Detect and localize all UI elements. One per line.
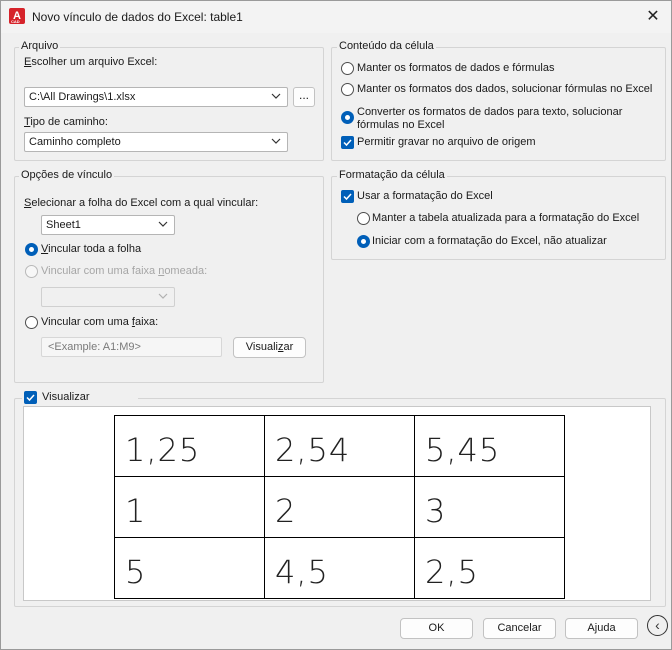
radio-convert-to-text-label-2: fórmulas no Excel <box>357 119 445 131</box>
radio-keep-formats-solve[interactable] <box>341 83 354 96</box>
group-conteudo-title: Conteúdo da célula <box>337 40 436 52</box>
group-opcoes-title: Opções de vínculo <box>19 169 115 181</box>
checkbox-preview[interactable] <box>24 391 37 404</box>
table-cell: 2 <box>264 476 415 538</box>
table-cell: 3 <box>414 476 565 538</box>
preview-label: Visualizar <box>42 391 90 403</box>
checkmark-icon <box>26 394 35 402</box>
allow-write-back-label: Permitir gravar no arquivo de origem <box>357 136 536 148</box>
named-range-combo[interactable] <box>41 287 175 307</box>
path-label-text: ipo de caminho: <box>30 116 108 128</box>
table-cell: 1,25 <box>114 415 265 477</box>
help-button[interactable]: Ajuda <box>565 618 638 639</box>
table-row: 1,25 2,54 5,45 <box>114 415 565 477</box>
radio-start-with-excel-format-label: Iniciar com a formatação do Excel, não a… <box>372 235 607 247</box>
close-icon[interactable]: ✕ <box>641 5 665 29</box>
chevron-down-icon <box>158 216 170 234</box>
ok-button[interactable]: OK <box>400 618 473 639</box>
table-row: 5 4,5 2,5 <box>114 537 565 599</box>
file-label-text: scolher um arquivo Excel: <box>31 56 158 68</box>
radio-link-entire-sheet[interactable] <box>25 243 38 256</box>
dialog-window: A CAD Novo vínculo de dados do Excel: ta… <box>0 0 672 650</box>
radio-link-entire-sheet-label: Vincular toda a folha <box>41 243 141 255</box>
radio-convert-to-text[interactable] <box>341 111 354 124</box>
radio-keep-updated-label: Manter a tabela atualizada para a format… <box>372 212 640 224</box>
title-bar: A CAD Novo vínculo de dados do Excel: ta… <box>1 1 671 33</box>
app-icon-sub: CAD <box>11 19 20 24</box>
path-type-value: Caminho completo <box>29 136 121 148</box>
table-cell: 1 <box>114 476 265 538</box>
checkbox-allow-write-back[interactable] <box>341 136 354 149</box>
collapse-back-icon[interactable]: ‹ <box>647 615 668 636</box>
table-cell: 5 <box>114 537 265 599</box>
link-entire-text: incular toda a folha <box>48 243 142 255</box>
link-named-post: omeada: <box>164 265 208 277</box>
autocad-app-icon: A CAD <box>9 8 25 24</box>
chevron-down-icon <box>271 133 283 151</box>
link-range-pre: Vincular com uma <box>41 316 132 328</box>
radio-convert-to-text-label-1: Converter os formatos de dados para text… <box>357 106 623 118</box>
link-named-pre: Vincular com uma faixa <box>41 265 159 277</box>
group-arquivo-title: Arquivo <box>19 40 61 52</box>
chevron-down-icon <box>271 88 283 106</box>
radio-keep-formats-solve-label: Manter os formatos dos dados, solucionar… <box>357 83 653 95</box>
radio-link-named-range-label: Vincular com uma faixa nomeada: <box>41 265 207 277</box>
path-type-combo[interactable]: Caminho completo <box>24 132 288 152</box>
radio-link-range-label: Vincular com uma faixa: <box>41 316 158 328</box>
sheet-combo-value: Sheet1 <box>46 219 81 231</box>
preview-header: Visualizar <box>22 391 138 405</box>
table-cell: 4,5 <box>264 537 415 599</box>
path-type-label: Tipo de caminho: <box>24 116 108 128</box>
table-row: 1 2 3 <box>114 476 565 538</box>
checkmark-icon <box>343 139 352 147</box>
file-label: Escolher um arquivo Excel: <box>24 56 157 68</box>
table-cell: 2,54 <box>264 415 415 477</box>
sheet-label-text: elecionar a folha do Excel com a qual vi… <box>31 197 259 209</box>
sheet-combo[interactable]: Sheet1 <box>41 215 175 235</box>
checkbox-use-excel-format[interactable] <box>341 190 354 203</box>
cancel-button[interactable]: Cancelar <box>483 618 556 639</box>
preview-table: 1,25 2,54 5,45 1 2 3 5 4,5 2,5 <box>114 415 565 599</box>
radio-start-with-excel-format[interactable] <box>357 235 370 248</box>
visualize-post: ar <box>283 341 294 353</box>
visualize-range-button[interactable]: Visualizar <box>233 337 306 358</box>
sheet-select-label: Selecionar a folha do Excel com a qual v… <box>24 197 258 209</box>
chevron-down-icon <box>158 288 170 306</box>
radio-keep-formats-formulas[interactable] <box>341 62 354 75</box>
file-combo[interactable]: C:\All Drawings\1.xlsx <box>24 87 288 107</box>
table-cell: 5,45 <box>414 415 565 477</box>
table-cell: 2,5 <box>414 537 565 599</box>
browse-button[interactable]: ... <box>293 87 315 107</box>
use-excel-format-label: Usar a formatação do Excel <box>357 190 493 202</box>
visualize-pre: Visuali <box>245 341 278 353</box>
radio-link-named-range[interactable] <box>25 265 38 278</box>
radio-link-range[interactable] <box>25 316 38 329</box>
file-combo-value: C:\All Drawings\1.xlsx <box>29 91 136 103</box>
window-title: Novo vínculo de dados do Excel: table1 <box>32 10 243 24</box>
preview-area: 1,25 2,54 5,45 1 2 3 5 4,5 2,5 <box>23 406 651 601</box>
link-range-post: aixa: <box>134 316 159 328</box>
radio-keep-formats-formulas-label: Manter os formatos de dados e fórmulas <box>357 62 555 74</box>
group-formatacao-title: Formatação da célula <box>337 169 447 181</box>
range-input[interactable]: <Example: A1:M9> <box>41 337 222 357</box>
checkmark-icon <box>343 193 352 201</box>
radio-keep-updated[interactable] <box>357 212 370 225</box>
